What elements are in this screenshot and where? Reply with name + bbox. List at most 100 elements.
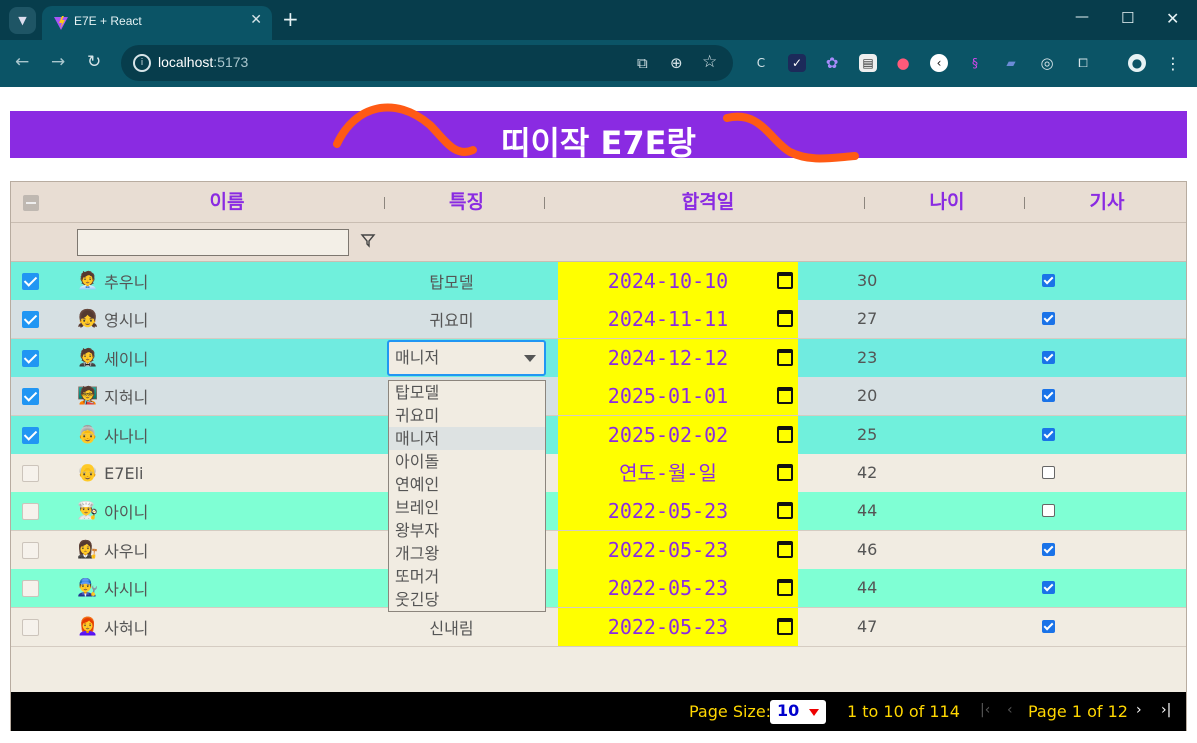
name-cell[interactable]: 🧑‍💼 추우니 bbox=[77, 262, 377, 300]
age-cell[interactable]: 20 bbox=[857, 377, 917, 415]
dropdown-option[interactable]: 매니저 bbox=[389, 427, 545, 450]
age-cell[interactable]: 25 bbox=[857, 416, 917, 454]
extension-arrow-icon[interactable]: ‹ bbox=[930, 54, 948, 72]
calendar-icon[interactable] bbox=[777, 540, 793, 558]
trait-cell[interactable]: 신내림 bbox=[387, 608, 546, 646]
kisa-checkbox[interactable] bbox=[1042, 389, 1055, 403]
table-row[interactable]: 👧 영시니 귀요미 2024-11-11 27 bbox=[11, 300, 1186, 340]
row-select-checkbox[interactable] bbox=[22, 580, 39, 598]
maximize-icon[interactable]: ☐ bbox=[1121, 9, 1134, 27]
pass-date-input[interactable]: 2022-05-23 bbox=[558, 569, 798, 608]
trait-select[interactable]: 매니저 bbox=[387, 339, 546, 376]
pass-date-input[interactable]: 2022-05-23 bbox=[558, 492, 798, 531]
extensions-puzzle-icon[interactable]: ⧠ bbox=[1074, 54, 1092, 72]
column-resize-handle[interactable] bbox=[544, 197, 545, 209]
kisa-checkbox[interactable] bbox=[1042, 312, 1055, 326]
header-trait[interactable]: 특징 bbox=[387, 182, 546, 223]
table-row[interactable]: 👩‍🦰 사혀니 신내림 2022-05-23 47 bbox=[11, 607, 1186, 647]
row-select-checkbox[interactable] bbox=[22, 541, 39, 559]
extension-tag-icon[interactable]: ▰ bbox=[1002, 54, 1020, 72]
row-select-checkbox[interactable] bbox=[22, 388, 39, 406]
row-select-checkbox[interactable] bbox=[22, 618, 39, 636]
close-tab-icon[interactable]: ✕ bbox=[250, 12, 262, 28]
name-cell[interactable]: 👧 영시니 bbox=[77, 300, 377, 338]
name-filter-input[interactable] bbox=[77, 229, 349, 256]
table-row[interactable]: 👵 사나니 2025-02-02 25 bbox=[11, 415, 1186, 455]
profile-avatar-icon[interactable]: ● bbox=[1128, 54, 1146, 72]
row-select-checkbox[interactable] bbox=[22, 273, 39, 290]
dropdown-option[interactable]: 왕부자 bbox=[389, 519, 545, 542]
extension-board-icon[interactable]: ▤ bbox=[859, 54, 877, 72]
name-cell[interactable]: 👴 E7Eli bbox=[77, 454, 377, 492]
row-select-checkbox[interactable] bbox=[22, 503, 39, 521]
age-cell[interactable]: 44 bbox=[857, 569, 917, 607]
kisa-checkbox[interactable] bbox=[1042, 542, 1055, 556]
name-cell[interactable]: 🤵 세이니 bbox=[77, 339, 377, 377]
age-cell[interactable]: 47 bbox=[857, 608, 917, 646]
header-name[interactable]: 이름 bbox=[77, 182, 377, 223]
pass-date-input[interactable]: 2024-11-11 bbox=[558, 300, 798, 339]
bookmark-star-icon[interactable]: ☆ bbox=[702, 52, 717, 72]
extension-target-icon[interactable]: ◎ bbox=[1038, 54, 1056, 72]
browser-menu-icon[interactable]: ⋮ bbox=[1164, 54, 1182, 73]
filter-icon[interactable] bbox=[360, 232, 376, 248]
name-cell[interactable]: 👵 사나니 bbox=[77, 416, 377, 454]
header-age[interactable]: 나이 bbox=[867, 182, 1027, 223]
table-row[interactable]: 🤵 세이니 매니저 2024-12-12 23 bbox=[11, 338, 1186, 378]
kisa-checkbox[interactable] bbox=[1042, 466, 1055, 479]
age-cell[interactable]: 23 bbox=[857, 339, 917, 377]
row-select-checkbox[interactable] bbox=[22, 311, 39, 329]
dropdown-option[interactable]: 연예인 bbox=[389, 473, 545, 496]
dropdown-option[interactable]: 탑모델 bbox=[389, 381, 545, 404]
row-select-checkbox[interactable] bbox=[22, 465, 39, 482]
header-kisa[interactable]: 기사 bbox=[1027, 182, 1187, 223]
calendar-icon[interactable] bbox=[777, 579, 793, 597]
kisa-checkbox[interactable] bbox=[1042, 619, 1055, 633]
calendar-icon[interactable] bbox=[777, 310, 793, 328]
age-cell[interactable]: 44 bbox=[857, 492, 917, 530]
calendar-icon[interactable] bbox=[777, 348, 793, 366]
pass-date-input[interactable]: 2024-12-12 bbox=[558, 338, 798, 377]
row-select-checkbox[interactable] bbox=[22, 349, 39, 367]
tab-search-button[interactable]: ▼ bbox=[9, 7, 36, 34]
calendar-icon[interactable] bbox=[777, 502, 793, 520]
column-resize-handle[interactable] bbox=[864, 197, 865, 209]
name-cell[interactable]: 🧑‍🏫 지혀니 bbox=[77, 377, 377, 415]
address-bar[interactable]: i localhost:5173 ⧉ ⊕ ☆ bbox=[121, 45, 733, 81]
table-row[interactable]: 🧑‍💼 추우니 탑모델 2024-10-10 30 bbox=[11, 262, 1186, 301]
last-page-icon[interactable]: ›| bbox=[1161, 702, 1171, 718]
pass-date-input[interactable]: 연도-월-일 bbox=[558, 454, 798, 492]
calendar-icon[interactable] bbox=[777, 464, 793, 481]
name-cell[interactable]: 👩‍🦰 사혀니 bbox=[77, 608, 377, 646]
page-size-select[interactable]: 10 bbox=[770, 700, 826, 724]
translate-icon[interactable]: ⧉ bbox=[637, 54, 648, 72]
reload-icon[interactable]: ↻ bbox=[87, 52, 101, 72]
zoom-icon[interactable]: ⊕ bbox=[670, 54, 683, 72]
new-tab-icon[interactable]: + bbox=[282, 7, 299, 31]
next-page-icon[interactable]: › bbox=[1136, 702, 1142, 718]
extension-c-icon[interactable]: C bbox=[752, 54, 770, 72]
pass-date-input[interactable]: 2024-10-10 bbox=[558, 262, 798, 300]
minimize-icon[interactable]: — bbox=[1075, 9, 1089, 25]
dropdown-option[interactable]: 또머거 bbox=[389, 565, 545, 588]
table-row[interactable]: 👨‍🍳 아이니 2022-05-23 44 bbox=[11, 492, 1186, 532]
forward-icon[interactable]: → bbox=[51, 52, 65, 72]
age-cell[interactable]: 30 bbox=[857, 262, 917, 300]
kisa-checkbox[interactable] bbox=[1042, 427, 1055, 441]
dropdown-option[interactable]: 웃긴당 bbox=[389, 588, 545, 611]
extension-check-icon[interactable]: ✓ bbox=[788, 54, 806, 72]
trait-cell[interactable]: 귀요미 bbox=[387, 300, 546, 338]
kisa-checkbox[interactable] bbox=[1042, 581, 1055, 595]
header-pass-date[interactable]: 합격일 bbox=[558, 182, 858, 223]
calendar-icon[interactable] bbox=[777, 425, 793, 443]
extension-bird-icon[interactable]: ● bbox=[894, 54, 912, 72]
kisa-checkbox[interactable] bbox=[1042, 350, 1055, 364]
pass-date-input[interactable]: 2022-05-23 bbox=[558, 607, 798, 646]
age-cell[interactable]: 46 bbox=[857, 531, 917, 569]
extension-s-icon[interactable]: § bbox=[966, 54, 984, 72]
trait-cell[interactable]: 탑모델 bbox=[387, 262, 546, 300]
extension-gear-icon[interactable]: ✿ bbox=[823, 54, 841, 72]
name-cell[interactable]: 👨‍🍳 아이니 bbox=[77, 492, 377, 530]
name-cell[interactable]: 👩‍⚖️ 사우니 bbox=[77, 531, 377, 569]
dropdown-option[interactable]: 아이돌 bbox=[389, 450, 545, 473]
